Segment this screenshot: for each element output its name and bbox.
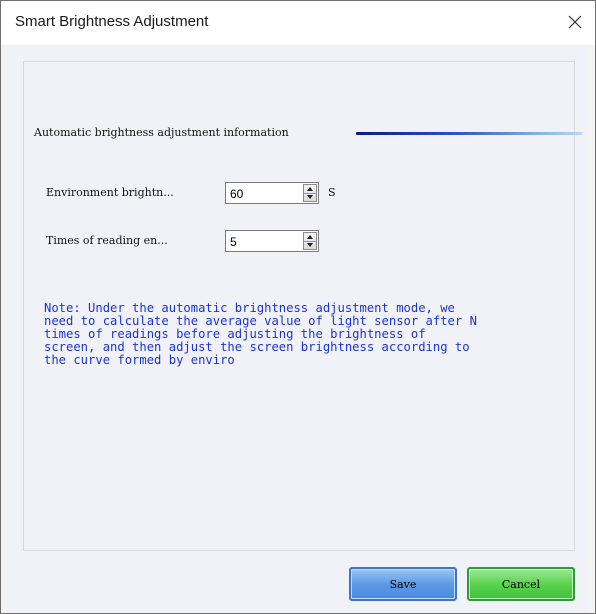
group-title: Automatic brightness adjustment informat…: [34, 126, 289, 139]
arrow-down-icon: [307, 243, 313, 247]
times-of-reading-stepper[interactable]: [225, 230, 319, 252]
unit-label: S: [328, 186, 336, 199]
environment-brightness-input[interactable]: [226, 183, 298, 203]
dialog-content: Automatic brightness adjustment informat…: [9, 45, 587, 613]
arrow-up-icon: [307, 187, 313, 191]
environment-brightness-stepper[interactable]: [225, 182, 319, 204]
environment-brightness-label: Environment brightn...: [46, 186, 174, 199]
times-of-reading-input[interactable]: [226, 231, 298, 251]
decrement-button[interactable]: [304, 193, 316, 201]
close-icon: [568, 15, 582, 29]
dialog-title: Smart Brightness Adjustment: [15, 13, 209, 30]
times-of-reading-label: Times of reading en...: [46, 234, 168, 247]
group-divider: [356, 132, 582, 135]
close-button[interactable]: [559, 7, 591, 37]
arrow-down-icon: [307, 195, 313, 199]
smart-brightness-dialog: Smart Brightness Adjustment Automatic br…: [0, 0, 596, 614]
cancel-button[interactable]: Cancel: [467, 567, 575, 601]
spin-buttons: [303, 232, 317, 250]
decrement-button[interactable]: [304, 241, 316, 249]
title-bar: Smart Brightness Adjustment: [1, 1, 595, 45]
spin-buttons: [303, 184, 317, 202]
settings-panel: Automatic brightness adjustment informat…: [23, 61, 582, 551]
save-button[interactable]: Save: [349, 567, 457, 601]
note-text: Note: Under the automatic brightness adj…: [44, 301, 477, 367]
arrow-up-icon: [307, 235, 313, 239]
